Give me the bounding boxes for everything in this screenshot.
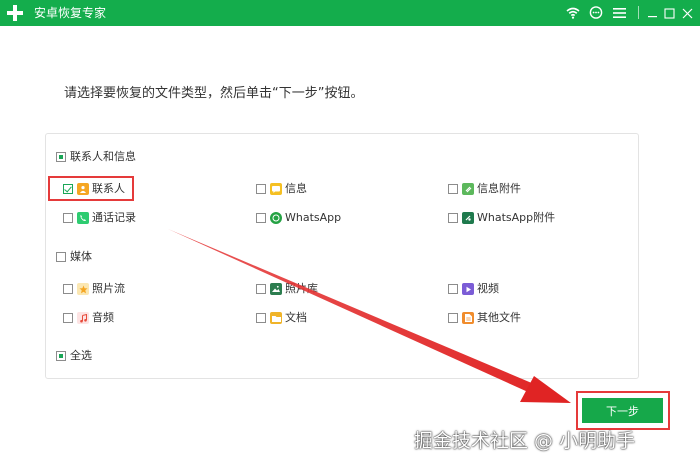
item-documents-checkbox[interactable]: [256, 313, 266, 323]
category-contacts-info-checkbox[interactable]: [56, 152, 66, 162]
item-messages-checkbox[interactable]: [256, 184, 266, 194]
close-icon[interactable]: [679, 5, 695, 21]
item-messages[interactable]: 信息: [256, 182, 307, 196]
file-icon: [462, 312, 474, 324]
phone-icon: [77, 212, 89, 224]
image-icon: [270, 283, 282, 295]
item-audio-label: 音频: [92, 311, 114, 324]
item-photo-library-checkbox[interactable]: [256, 284, 266, 294]
item-video-label: 视频: [477, 282, 499, 295]
messages-icon: [270, 183, 282, 195]
item-message-attachments[interactable]: 信息附件: [448, 182, 521, 196]
title-bar: 安卓恢复专家: [0, 0, 700, 26]
whatsapp-attachment-icon: [462, 212, 474, 224]
item-video-checkbox[interactable]: [448, 284, 458, 294]
annotation-highlight-box: [48, 176, 134, 201]
minimize-icon[interactable]: [644, 5, 660, 21]
item-whatsapp[interactable]: WhatsApp: [256, 211, 341, 225]
item-camera-roll[interactable]: 照片流: [63, 282, 125, 296]
item-call-logs-checkbox[interactable]: [63, 213, 73, 223]
category-contacts-info[interactable]: 联系人和信息: [56, 150, 136, 164]
title-bar-separator: [638, 6, 639, 19]
item-whatsapp-attachments-label: WhatsApp附件: [477, 211, 556, 224]
item-camera-roll-label: 照片流: [92, 282, 125, 295]
category-media[interactable]: 媒体: [56, 250, 92, 264]
select-all-checkbox[interactable]: [56, 351, 66, 361]
video-play-icon: [462, 283, 474, 295]
select-all[interactable]: 全选: [56, 349, 92, 363]
item-photo-library-label: 照片库: [285, 282, 318, 295]
item-call-logs[interactable]: 通话记录: [63, 211, 136, 225]
wifi-icon[interactable]: [565, 5, 581, 21]
item-whatsapp-attachments-checkbox[interactable]: [448, 213, 458, 223]
item-documents-label: 文档: [285, 311, 307, 324]
item-other-files-checkbox[interactable]: [448, 313, 458, 323]
item-messages-label: 信息: [285, 182, 307, 195]
item-photo-library[interactable]: 照片库: [256, 282, 318, 296]
category-media-checkbox[interactable]: [56, 252, 66, 262]
window-title: 安卓恢复专家: [34, 6, 107, 20]
star-icon: [77, 283, 89, 295]
item-documents[interactable]: 文档: [256, 311, 307, 325]
category-media-label: 媒体: [70, 250, 92, 263]
next-button[interactable]: 下一步: [582, 398, 663, 423]
attachment-icon: [462, 183, 474, 195]
folder-icon: [270, 312, 282, 324]
item-other-files-label: 其他文件: [477, 311, 521, 324]
whatsapp-icon: [270, 212, 282, 224]
item-other-files[interactable]: 其他文件: [448, 311, 521, 325]
item-video[interactable]: 视频: [448, 282, 499, 296]
instruction-text: 请选择要恢复的文件类型，然后单击“下一步”按钮。: [64, 86, 364, 101]
watermark: 掘金技术社区 @ 小明助手: [414, 430, 636, 452]
select-all-label: 全选: [70, 349, 92, 362]
file-type-panel: [45, 133, 639, 379]
item-whatsapp-attachments[interactable]: WhatsApp附件: [448, 211, 555, 225]
maximize-icon[interactable]: [661, 5, 677, 21]
item-audio[interactable]: 音频: [63, 311, 114, 325]
item-whatsapp-label: WhatsApp: [285, 211, 342, 224]
item-whatsapp-checkbox[interactable]: [256, 213, 266, 223]
app-logo-icon: [7, 5, 23, 21]
menu-icon[interactable]: [611, 5, 627, 21]
item-message-attachments-checkbox[interactable]: [448, 184, 458, 194]
item-message-attachments-label: 信息附件: [477, 182, 521, 195]
item-camera-roll-checkbox[interactable]: [63, 284, 73, 294]
chat-icon[interactable]: [588, 5, 604, 21]
music-icon: [77, 312, 89, 324]
item-audio-checkbox[interactable]: [63, 313, 73, 323]
category-contacts-info-label: 联系人和信息: [70, 150, 136, 163]
item-call-logs-label: 通话记录: [92, 211, 136, 224]
